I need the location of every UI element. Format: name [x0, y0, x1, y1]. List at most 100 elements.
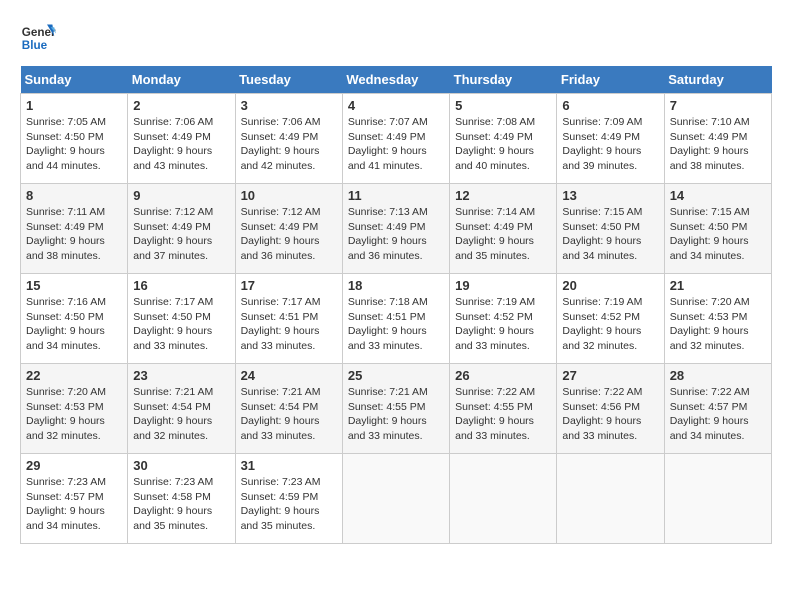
- day-number: 5: [455, 98, 551, 113]
- calendar-cell: 28Sunrise: 7:22 AMSunset: 4:57 PMDayligh…: [664, 364, 771, 454]
- calendar-cell: 10 Sunrise: 7:12 AMSunset: 4:49 PMDayligh…: [235, 184, 342, 274]
- day-number: 3: [241, 98, 337, 113]
- day-info: Sunrise: 7:07 AMSunset: 4:49 PMDaylight:…: [348, 115, 444, 174]
- day-number: 6: [562, 98, 658, 113]
- calendar-cell: 11 Sunrise: 7:13 AMSunset: 4:49 PMDayligh…: [342, 184, 449, 274]
- day-header-wednesday: Wednesday: [342, 66, 449, 94]
- calendar-cell: 12Sunrise: 7:14 AMSunset: 4:49 PMDayligh…: [450, 184, 557, 274]
- calendar-cell: 16 Sunrise: 7:17 AMSunset: 4:50 PMDayligh…: [128, 274, 235, 364]
- calendar-cell: [664, 454, 771, 544]
- day-number: 25: [348, 368, 444, 383]
- day-info: Sunrise: 7:08 AMSunset: 4:49 PMDaylight:…: [455, 115, 551, 174]
- week-row-1: 1 Sunrise: 7:05 AMSunset: 4:50 PMDaylight…: [21, 94, 772, 184]
- day-info: Sunrise: 7:23 AMSunset: 4:59 PMDaylight:…: [241, 475, 337, 534]
- day-header-friday: Friday: [557, 66, 664, 94]
- calendar-cell: 4 Sunrise: 7:07 AMSunset: 4:49 PMDaylight…: [342, 94, 449, 184]
- day-number: 21: [670, 278, 766, 293]
- day-number: 18: [348, 278, 444, 293]
- day-number: 7: [670, 98, 766, 113]
- day-number: 23: [133, 368, 229, 383]
- calendar-cell: 18Sunrise: 7:18 AMSunset: 4:51 PMDayligh…: [342, 274, 449, 364]
- day-number: 11: [348, 188, 444, 203]
- day-number: 28: [670, 368, 766, 383]
- week-row-3: 15 Sunrise: 7:16 AMSunset: 4:50 PMDayligh…: [21, 274, 772, 364]
- day-header-monday: Monday: [128, 66, 235, 94]
- header-row: SundayMondayTuesdayWednesdayThursdayFrid…: [21, 66, 772, 94]
- day-info: Sunrise: 7:22 AMSunset: 4:56 PMDaylight:…: [562, 385, 658, 444]
- day-info: Sunrise: 7:17 AMSunset: 4:51 PMDaylight:…: [241, 295, 337, 354]
- day-number: 31: [241, 458, 337, 473]
- calendar-cell: 22 Sunrise: 7:20 AMSunset: 4:53 PMDayligh…: [21, 364, 128, 454]
- day-header-saturday: Saturday: [664, 66, 771, 94]
- page-header: General Blue: [20, 20, 772, 56]
- day-number: 9: [133, 188, 229, 203]
- day-number: 1: [26, 98, 122, 113]
- day-info: Sunrise: 7:19 AMSunset: 4:52 PMDaylight:…: [455, 295, 551, 354]
- calendar-cell: 25 Sunrise: 7:21 AMSunset: 4:55 PMDayligh…: [342, 364, 449, 454]
- day-info: Sunrise: 7:12 AMSunset: 4:49 PMDaylight:…: [241, 205, 337, 264]
- calendar-cell: 8Sunrise: 7:11 AMSunset: 4:49 PMDaylight…: [21, 184, 128, 274]
- day-info: Sunrise: 7:12 AMSunset: 4:49 PMDaylight:…: [133, 205, 229, 264]
- calendar-cell: 6Sunrise: 7:09 AMSunset: 4:49 PMDaylight…: [557, 94, 664, 184]
- day-header-sunday: Sunday: [21, 66, 128, 94]
- day-number: 10: [241, 188, 337, 203]
- calendar-cell: 19 Sunrise: 7:19 AMSunset: 4:52 PMDayligh…: [450, 274, 557, 364]
- day-info: Sunrise: 7:06 AMSunset: 4:49 PMDaylight:…: [133, 115, 229, 174]
- day-info: Sunrise: 7:13 AMSunset: 4:49 PMDaylight:…: [348, 205, 444, 264]
- day-number: 2: [133, 98, 229, 113]
- day-number: 27: [562, 368, 658, 383]
- logo-icon: General Blue: [20, 20, 56, 56]
- day-number: 19: [455, 278, 551, 293]
- day-number: 20: [562, 278, 658, 293]
- calendar-cell: 26Sunrise: 7:22 AMSunset: 4:55 PMDayligh…: [450, 364, 557, 454]
- day-info: Sunrise: 7:05 AMSunset: 4:50 PMDaylight:…: [26, 115, 122, 174]
- day-info: Sunrise: 7:15 AMSunset: 4:50 PMDaylight:…: [670, 205, 766, 264]
- calendar-cell: 7 Sunrise: 7:10 AMSunset: 4:49 PMDaylight…: [664, 94, 771, 184]
- calendar-cell: 24 Sunrise: 7:21 AMSunset: 4:54 PMDayligh…: [235, 364, 342, 454]
- calendar-cell: 14 Sunrise: 7:15 AMSunset: 4:50 PMDayligh…: [664, 184, 771, 274]
- calendar-cell: 31 Sunrise: 7:23 AMSunset: 4:59 PMDayligh…: [235, 454, 342, 544]
- day-number: 22: [26, 368, 122, 383]
- week-row-5: 29 Sunrise: 7:23 AMSunset: 4:57 PMDayligh…: [21, 454, 772, 544]
- day-info: Sunrise: 7:16 AMSunset: 4:50 PMDaylight:…: [26, 295, 122, 354]
- calendar-cell: 2 Sunrise: 7:06 AMSunset: 4:49 PMDaylight…: [128, 94, 235, 184]
- calendar-cell: 15 Sunrise: 7:16 AMSunset: 4:50 PMDayligh…: [21, 274, 128, 364]
- day-number: 14: [670, 188, 766, 203]
- day-number: 12: [455, 188, 551, 203]
- day-info: Sunrise: 7:15 AMSunset: 4:50 PMDaylight:…: [562, 205, 658, 264]
- day-number: 8: [26, 188, 122, 203]
- day-info: Sunrise: 7:23 AMSunset: 4:58 PMDaylight:…: [133, 475, 229, 534]
- calendar-cell: 3 Sunrise: 7:06 AMSunset: 4:49 PMDaylight…: [235, 94, 342, 184]
- day-number: 17: [241, 278, 337, 293]
- day-number: 4: [348, 98, 444, 113]
- calendar-cell: 27 Sunrise: 7:22 AMSunset: 4:56 PMDayligh…: [557, 364, 664, 454]
- calendar-cell: 1 Sunrise: 7:05 AMSunset: 4:50 PMDaylight…: [21, 94, 128, 184]
- calendar-cell: 20Sunrise: 7:19 AMSunset: 4:52 PMDayligh…: [557, 274, 664, 364]
- day-number: 24: [241, 368, 337, 383]
- calendar-cell: 21 Sunrise: 7:20 AMSunset: 4:53 PMDayligh…: [664, 274, 771, 364]
- day-info: Sunrise: 7:17 AMSunset: 4:50 PMDaylight:…: [133, 295, 229, 354]
- day-number: 16: [133, 278, 229, 293]
- calendar-cell: 5 Sunrise: 7:08 AMSunset: 4:49 PMDaylight…: [450, 94, 557, 184]
- calendar-cell: 30Sunrise: 7:23 AMSunset: 4:58 PMDayligh…: [128, 454, 235, 544]
- day-number: 29: [26, 458, 122, 473]
- day-header-tuesday: Tuesday: [235, 66, 342, 94]
- day-number: 13: [562, 188, 658, 203]
- calendar-cell: 13 Sunrise: 7:15 AMSunset: 4:50 PMDayligh…: [557, 184, 664, 274]
- day-info: Sunrise: 7:22 AMSunset: 4:55 PMDaylight:…: [455, 385, 551, 444]
- calendar-cell: [557, 454, 664, 544]
- svg-text:Blue: Blue: [22, 39, 48, 52]
- calendar-cell: 23Sunrise: 7:21 AMSunset: 4:54 PMDayligh…: [128, 364, 235, 454]
- day-info: Sunrise: 7:23 AMSunset: 4:57 PMDaylight:…: [26, 475, 122, 534]
- day-info: Sunrise: 7:21 AMSunset: 4:55 PMDaylight:…: [348, 385, 444, 444]
- day-header-thursday: Thursday: [450, 66, 557, 94]
- calendar-cell: [342, 454, 449, 544]
- day-info: Sunrise: 7:06 AMSunset: 4:49 PMDaylight:…: [241, 115, 337, 174]
- calendar-cell: 29 Sunrise: 7:23 AMSunset: 4:57 PMDayligh…: [21, 454, 128, 544]
- day-info: Sunrise: 7:10 AMSunset: 4:49 PMDaylight:…: [670, 115, 766, 174]
- day-info: Sunrise: 7:20 AMSunset: 4:53 PMDaylight:…: [26, 385, 122, 444]
- day-number: 15: [26, 278, 122, 293]
- day-info: Sunrise: 7:21 AMSunset: 4:54 PMDaylight:…: [241, 385, 337, 444]
- day-info: Sunrise: 7:20 AMSunset: 4:53 PMDaylight:…: [670, 295, 766, 354]
- week-row-4: 22 Sunrise: 7:20 AMSunset: 4:53 PMDayligh…: [21, 364, 772, 454]
